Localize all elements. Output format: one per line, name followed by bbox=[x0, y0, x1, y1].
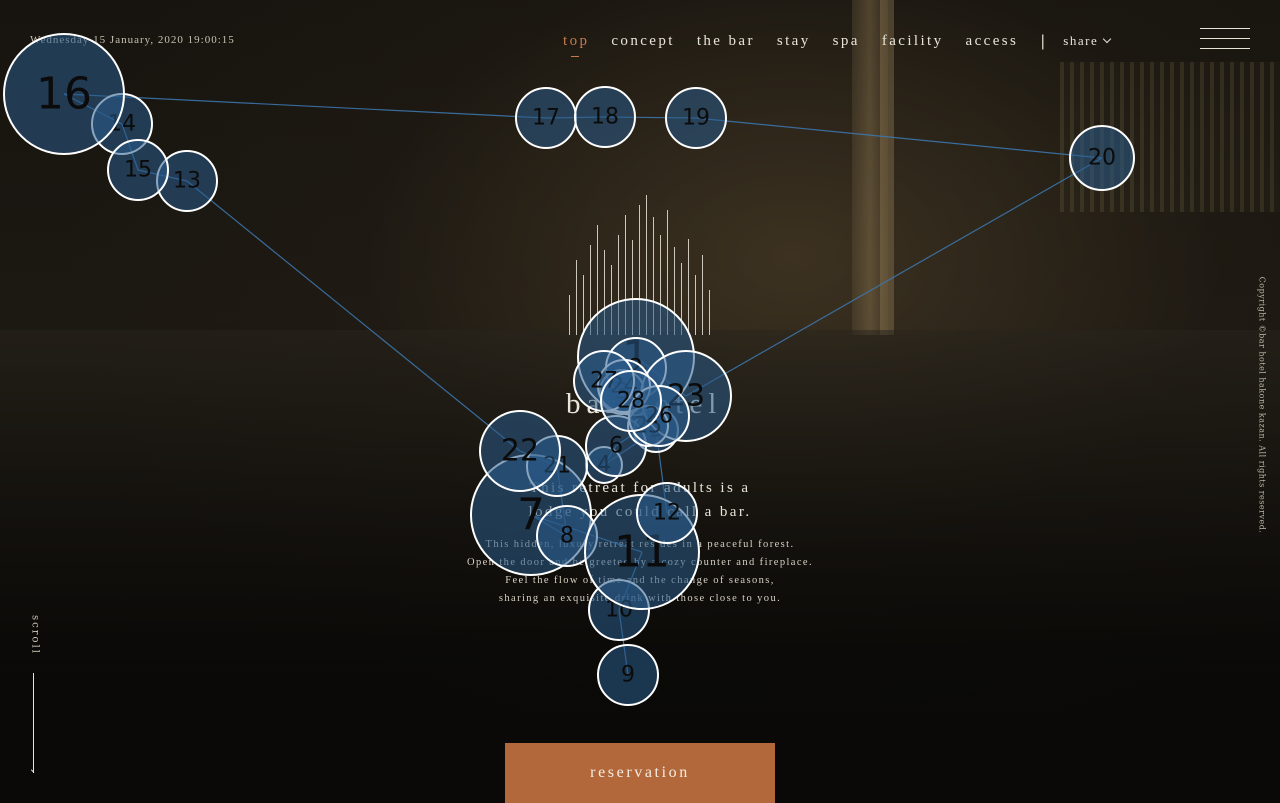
main-nav: top concept the bar stay spa facility ac… bbox=[563, 30, 1112, 57]
hotspot-number: 15 bbox=[124, 158, 152, 183]
nav-item-stay[interactable]: stay bbox=[777, 33, 811, 50]
reservation-button[interactable]: reservation bbox=[505, 743, 775, 803]
hotspot-number: 19 bbox=[682, 106, 710, 131]
nav-item-access[interactable]: access bbox=[966, 33, 1019, 50]
hotspot-number: 28 bbox=[617, 389, 645, 414]
logo-line bbox=[709, 290, 710, 335]
copyright-notice: Copyright ©bar hotel hakone kazan. All r… bbox=[1212, 277, 1280, 534]
hotspot-bubble-12[interactable]: 12 bbox=[636, 482, 698, 544]
nav-item-the-bar[interactable]: the bar bbox=[697, 33, 755, 50]
hotspot-number: 22 bbox=[501, 434, 539, 469]
hamburger-line bbox=[1200, 48, 1250, 49]
scroll-line bbox=[33, 673, 34, 773]
scroll-indicator[interactable]: scroll bbox=[20, 615, 50, 655]
hotspot-bubble-17[interactable]: 17 bbox=[515, 87, 577, 149]
hamburger-line bbox=[1200, 38, 1250, 39]
copyright-text: Copyright ©bar hotel hakone kazan. All r… bbox=[1257, 276, 1267, 534]
nav-item-top[interactable]: top bbox=[563, 33, 589, 57]
hotspot-number: 8 bbox=[560, 524, 574, 549]
hotspot-number: 9 bbox=[621, 663, 635, 688]
hotspot-number: 6 bbox=[609, 434, 623, 459]
hotspot-bubble-28[interactable]: 28 bbox=[600, 370, 662, 432]
hotspot-number: 12 bbox=[653, 501, 681, 526]
logo-line bbox=[569, 295, 570, 335]
logo-line bbox=[583, 275, 584, 335]
nav-item-concept[interactable]: concept bbox=[611, 33, 674, 50]
share-button[interactable]: share bbox=[1063, 33, 1112, 49]
chevron-down-icon bbox=[1102, 34, 1112, 44]
hotspot-bubble-19[interactable]: 19 bbox=[665, 87, 727, 149]
nav-item-facility[interactable]: facility bbox=[882, 33, 944, 50]
share-label: share bbox=[1063, 33, 1099, 48]
hotspot-bubble-16[interactable]: 16 bbox=[3, 33, 125, 155]
logo-line bbox=[695, 275, 696, 335]
hotspot-number: 13 bbox=[173, 169, 201, 194]
hotspot-bubble-15[interactable]: 15 bbox=[107, 139, 169, 201]
hamburger-line bbox=[1200, 28, 1250, 29]
hotspot-number: 20 bbox=[1088, 146, 1116, 171]
logo-line bbox=[688, 239, 689, 335]
hotspot-bubble-18[interactable]: 18 bbox=[574, 86, 636, 148]
hero-scene: Wednesday 15 January, 2020 19:00:15 top … bbox=[0, 0, 1280, 803]
hotspot-bubble-20[interactable]: 20 bbox=[1069, 125, 1135, 191]
nav-separator: | bbox=[1040, 32, 1046, 50]
hotspot-bubble-9[interactable]: 9 bbox=[597, 644, 659, 706]
hotspot-bubble-22[interactable]: 22 bbox=[479, 410, 561, 492]
hotspot-number: 16 bbox=[36, 69, 92, 120]
hamburger-icon[interactable] bbox=[1200, 28, 1250, 50]
logo-line bbox=[702, 255, 703, 335]
scroll-label: scroll bbox=[29, 615, 41, 655]
hotspot-number: 18 bbox=[591, 105, 619, 130]
logo-line bbox=[576, 260, 577, 335]
hotspot-number: 17 bbox=[532, 106, 560, 131]
nav-item-spa[interactable]: spa bbox=[833, 33, 860, 50]
